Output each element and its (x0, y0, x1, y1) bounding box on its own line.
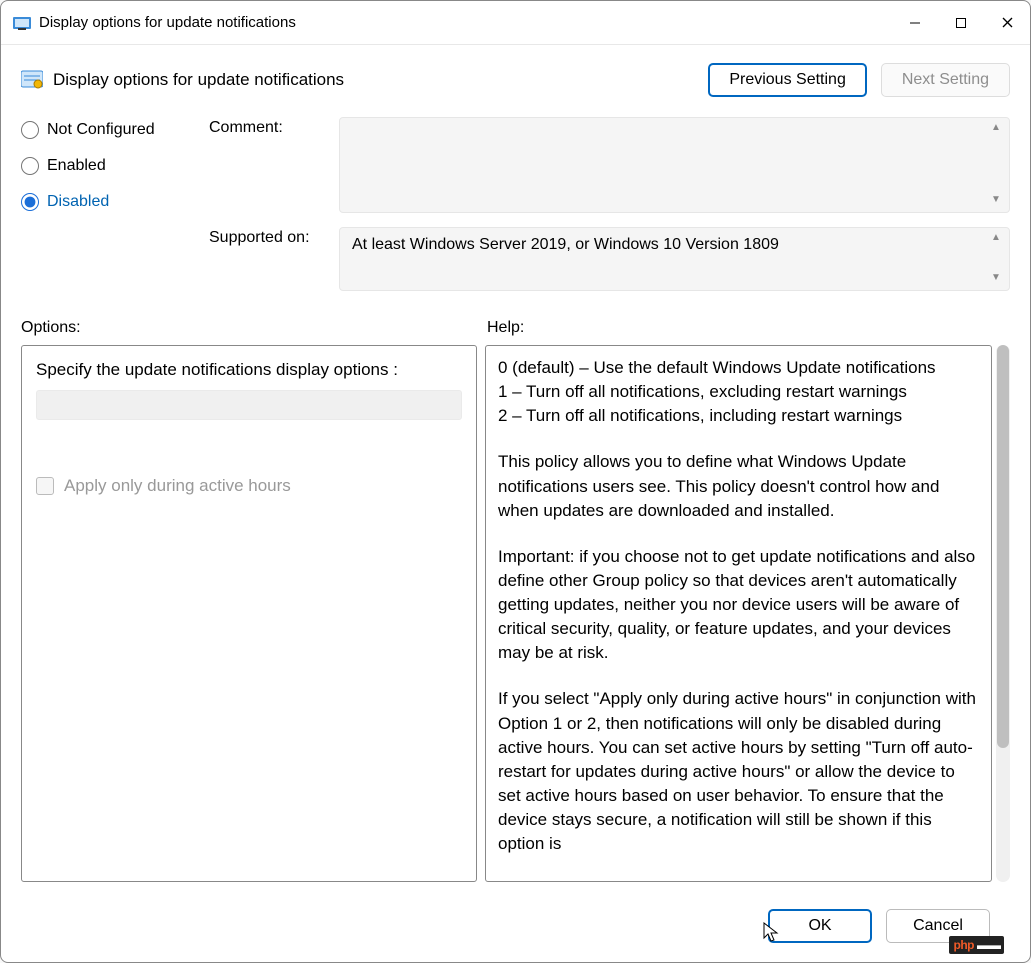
radio-disabled[interactable]: Disabled (21, 193, 209, 211)
comment-row: Comment: ▲ ▼ (209, 117, 1010, 213)
radio-enabled[interactable]: Enabled (21, 157, 209, 175)
help-label: Help: (487, 319, 524, 337)
help-line-0: 0 (default) – Use the default Windows Up… (498, 358, 936, 377)
radio-not-configured[interactable]: Not Configured (21, 121, 209, 139)
next-setting-button[interactable]: Next Setting (881, 63, 1010, 97)
state-column: Not Configured Enabled Disabled (21, 117, 209, 305)
titlebar: Display options for update notifications (1, 1, 1030, 45)
help-list: 0 (default) – Use the default Windows Up… (498, 356, 979, 428)
supported-on-box: At least Windows Server 2019, or Windows… (339, 227, 1010, 291)
notifications-dropdown[interactable] (36, 390, 462, 420)
scrollbar-thumb[interactable] (997, 345, 1009, 748)
supported-on-text: At least Windows Server 2019, or Windows… (352, 236, 779, 253)
minimize-button[interactable] (892, 4, 938, 42)
help-wrap: 0 (default) – Use the default Windows Up… (485, 345, 1010, 882)
help-para-2: This policy allows you to define what Wi… (498, 450, 979, 522)
policy-icon (13, 14, 31, 32)
help-scrollbar[interactable] (996, 345, 1010, 882)
meta-column: Comment: ▲ ▼ Supported on: At least Wind… (209, 117, 1010, 305)
header-row: Display options for update notifications… (21, 63, 1010, 97)
close-button[interactable] (984, 4, 1030, 42)
footer: OK Cancel php ▬▬ (21, 894, 1010, 958)
scroll-down-icon[interactable]: ▼ (989, 272, 1003, 286)
window-title: Display options for update notifications (39, 14, 296, 31)
ok-button[interactable]: OK (768, 909, 872, 943)
radio-disabled-label: Disabled (47, 193, 109, 211)
scroll-down-icon[interactable]: ▼ (989, 194, 1003, 208)
watermark-badge: php ▬▬ (949, 936, 1005, 954)
comment-textarea[interactable]: ▲ ▼ (339, 117, 1010, 213)
specify-label: Specify the update notifications display… (36, 360, 462, 380)
help-para-4: If you select "Apply only during active … (498, 687, 979, 856)
comment-label: Comment: (209, 117, 339, 213)
content-area: Display options for update notifications… (1, 45, 1030, 962)
supported-row: Supported on: At least Windows Server 20… (209, 227, 1010, 291)
options-panel: Specify the update notifications display… (21, 345, 477, 882)
scroll-up-icon[interactable]: ▲ (989, 232, 1003, 246)
settings-list-icon (21, 69, 43, 91)
radio-not-configured-input[interactable] (21, 121, 39, 139)
options-label: Options: (21, 319, 487, 337)
badge-php: php (954, 938, 975, 952)
apply-active-hours-checkbox[interactable]: Apply only during active hours (36, 476, 462, 496)
scroll-up-icon[interactable]: ▲ (989, 122, 1003, 136)
radio-disabled-input[interactable] (21, 193, 39, 211)
supported-label: Supported on: (209, 227, 339, 291)
upper-section: Not Configured Enabled Disabled Comment:… (21, 117, 1010, 305)
radio-enabled-label: Enabled (47, 157, 106, 175)
badge-rest: ▬▬ (977, 938, 1001, 952)
radio-enabled-input[interactable] (21, 157, 39, 175)
radio-not-configured-label: Not Configured (47, 121, 155, 139)
checkbox-label: Apply only during active hours (64, 476, 291, 496)
header-title: Display options for update notifications (53, 70, 344, 90)
dialog-window: Display options for update notifications… (0, 0, 1031, 963)
section-labels: Options: Help: (21, 319, 1010, 337)
panels-row: Specify the update notifications display… (21, 345, 1010, 882)
maximize-button[interactable] (938, 4, 984, 42)
help-panel: 0 (default) – Use the default Windows Up… (485, 345, 992, 882)
previous-setting-button[interactable]: Previous Setting (708, 63, 867, 97)
checkbox-icon[interactable] (36, 477, 54, 495)
help-para-3: Important: if you choose not to get upda… (498, 545, 979, 666)
help-line-2: 2 – Turn off all notifications, includin… (498, 406, 902, 425)
help-line-1: 1 – Turn off all notifications, excludin… (498, 382, 907, 401)
